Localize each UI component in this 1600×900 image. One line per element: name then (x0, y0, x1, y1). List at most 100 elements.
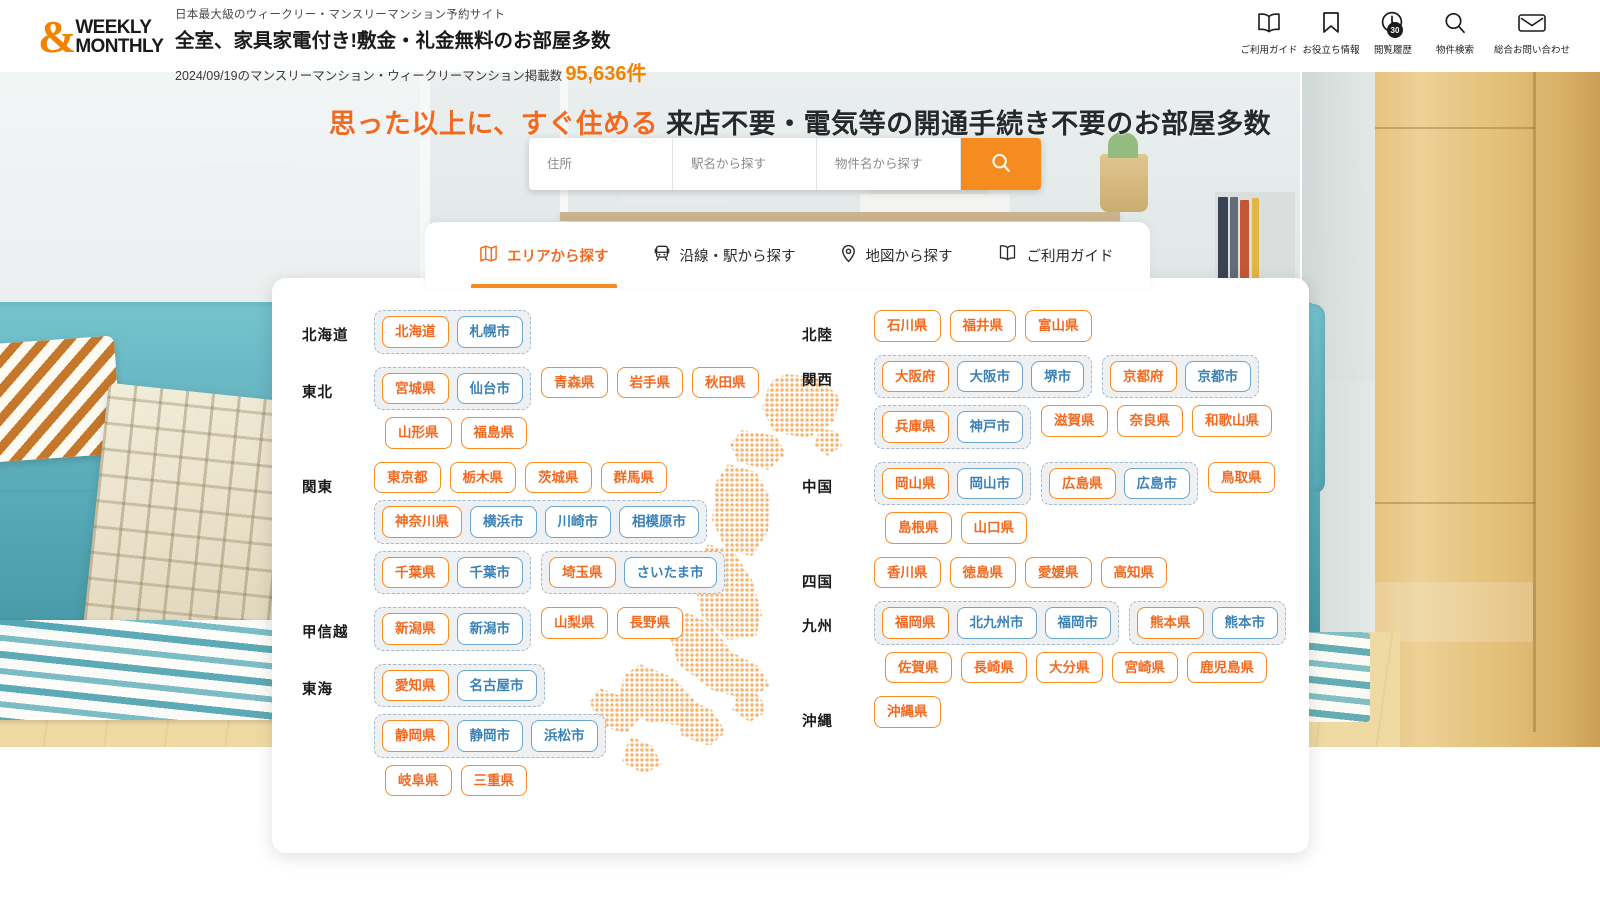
city-chip-札幌市[interactable]: 札幌市 (456, 316, 523, 348)
region-row-四国: 四国 香川県 徳島県 愛媛県 高知県 (802, 556, 1309, 596)
prefecture-chip-徳島県[interactable]: 徳島県 (949, 556, 1016, 589)
prefecture-chip-秋田県[interactable]: 秋田県 (692, 366, 759, 399)
property-input[interactable] (835, 157, 942, 171)
prefecture-chip-熊本県[interactable]: 熊本県 (1137, 607, 1204, 639)
tab-map-search[interactable]: 地図から探す (818, 222, 975, 288)
tab-area-search[interactable]: エリアから探す (457, 222, 631, 288)
prefecture-chip-大分県[interactable]: 大分県 (1036, 651, 1103, 684)
prefecture-chip-岡山県[interactable]: 岡山県 (882, 467, 949, 500)
prefecture-chip-岐阜県[interactable]: 岐阜県 (385, 764, 452, 797)
prefecture-chip-香川県[interactable]: 香川県 (874, 556, 941, 589)
prefecture-chip-宮城県[interactable]: 宮城県 (382, 372, 449, 405)
region-chips-四国: 香川県 徳島県 愛媛県 高知県 (874, 556, 1176, 596)
prefecture-chip-和歌山県[interactable]: 和歌山県 (1192, 405, 1272, 437)
prefecture-chip-福井県[interactable]: 福井県 (949, 310, 1016, 342)
region-label-甲信越: 甲信越 (302, 625, 349, 642)
city-chip-川崎市[interactable]: 川崎市 (544, 506, 611, 538)
city-chip-千葉市[interactable]: 千葉市 (456, 556, 523, 589)
prefecture-chip-静岡県[interactable]: 静岡県 (382, 720, 449, 752)
nav-item-guide[interactable]: ご利用ガイド (1238, 8, 1300, 56)
tab-label-line-station-search: 沿線・駅から探す (679, 248, 796, 265)
prefecture-chip-宮崎県[interactable]: 宮崎県 (1111, 651, 1178, 684)
city-chip-広島市[interactable]: 広島市 (1123, 467, 1190, 500)
prefecture-chip-奈良県[interactable]: 奈良県 (1116, 405, 1183, 437)
header-copy: 日本最大級のウィークリー・マンスリーマンション予約サイト 全室、家具家電付き!敷… (175, 6, 646, 86)
prefecture-chip-佐賀県[interactable]: 佐賀県 (885, 651, 952, 684)
nav-item-history[interactable]: 30 閲覧履歴 (1362, 8, 1424, 56)
prefecture-chip-長崎県[interactable]: 長崎県 (960, 651, 1027, 684)
prefecture-chip-新潟県[interactable]: 新潟県 (382, 613, 449, 645)
prefecture-chip-島根県[interactable]: 島根県 (885, 512, 952, 544)
prefecture-chip-山形県[interactable]: 山形県 (385, 417, 452, 449)
city-chip-名古屋市[interactable]: 名古屋市 (456, 669, 537, 702)
prefecture-chip-鳥取県[interactable]: 鳥取県 (1208, 461, 1275, 494)
header-headline: 全室、家具家電付き!敷金・礼金無料のお部屋多数 (175, 30, 611, 52)
region-chips-九州: 福岡県 北九州市 福岡市 熊本県 熊本市佐賀県 長崎県 大分県 宮崎県 鹿児島県 (874, 601, 1309, 690)
city-chip-岡山市[interactable]: 岡山市 (956, 467, 1023, 500)
city-chip-さいたま市[interactable]: さいたま市 (623, 556, 717, 589)
address-input[interactable] (547, 157, 654, 171)
station-input[interactable] (691, 157, 798, 171)
prefecture-chip-石川県[interactable]: 石川県 (874, 310, 941, 342)
prefecture-chip-高知県[interactable]: 高知県 (1100, 556, 1167, 589)
city-chip-京都市[interactable]: 京都市 (1184, 360, 1251, 393)
prefecture-chip-福島県[interactable]: 福島県 (460, 417, 527, 449)
prefecture-chip-福岡県[interactable]: 福岡県 (882, 607, 949, 639)
page-root: & WEEKLY MONTHLY 日本最大級のウィークリー・マンスリーマンション… (0, 0, 1600, 900)
prefecture-chip-栃木県[interactable]: 栃木県 (449, 461, 516, 494)
city-chip-仙台市[interactable]: 仙台市 (456, 372, 523, 405)
region-label-四国: 四国 (802, 574, 833, 591)
prefecture-chip-愛知県[interactable]: 愛知県 (382, 669, 449, 702)
prefecture-chip-神奈川県[interactable]: 神奈川県 (382, 506, 462, 538)
prefecture-chip-長野県[interactable]: 長野県 (616, 607, 683, 639)
prefecture-chip-茨城県[interactable]: 茨城県 (525, 461, 592, 494)
prefecture-chip-広島県[interactable]: 広島県 (1049, 467, 1116, 500)
city-chip-福岡市[interactable]: 福岡市 (1044, 607, 1111, 639)
prefecture-chip-愛媛県[interactable]: 愛媛県 (1025, 556, 1092, 589)
prefecture-chip-滋賀県[interactable]: 滋賀県 (1041, 405, 1108, 437)
prefecture-chip-兵庫県[interactable]: 兵庫県 (882, 411, 949, 443)
city-chip-堺市[interactable]: 堺市 (1031, 360, 1084, 393)
nav-item-useful-info[interactable]: お役立ち情報 (1300, 8, 1362, 56)
prefecture-chip-富山県[interactable]: 富山県 (1025, 310, 1092, 342)
city-chip-相模原市[interactable]: 相模原市 (619, 506, 699, 538)
tab-user-guide[interactable]: ご利用ガイド (975, 222, 1136, 288)
city-chip-大阪市[interactable]: 大阪市 (956, 360, 1023, 393)
city-chip-浜松市[interactable]: 浜松市 (531, 720, 598, 752)
prefecture-chip-青森県[interactable]: 青森県 (541, 366, 608, 399)
tab-line-station-search[interactable]: 沿線・駅から探す (631, 222, 818, 288)
prefecture-chip-東京都[interactable]: 東京都 (374, 461, 441, 494)
prefecture-chip-埼玉県[interactable]: 埼玉県 (549, 556, 616, 589)
chip-group: 大阪府 大阪市 堺市 (874, 354, 1092, 399)
prefecture-chip-北海道[interactable]: 北海道 (382, 316, 449, 348)
prefecture-chip-山口県[interactable]: 山口県 (960, 512, 1027, 544)
prefecture-chip-岩手県[interactable]: 岩手県 (616, 366, 683, 399)
region-row-関西: 関西 大阪府 大阪市 堺市 京都府 京都市 兵庫県 神戸市 滋賀県 奈良県 和歌山県 (802, 354, 1309, 456)
prefecture-chip-群馬県[interactable]: 群馬県 (600, 461, 667, 494)
nav-item-contact[interactable]: 総合お問い合わせ (1486, 8, 1578, 56)
city-chip-横浜市[interactable]: 横浜市 (470, 506, 537, 538)
site-logo[interactable]: & WEEKLY MONTHLY (38, 12, 164, 62)
prefecture-chip-山梨県[interactable]: 山梨県 (541, 607, 608, 639)
city-chip-静岡市[interactable]: 静岡市 (456, 720, 523, 752)
chip-group: 広島県 広島市 (1041, 461, 1198, 506)
city-chip-神戸市[interactable]: 神戸市 (956, 411, 1023, 443)
chip-group: 福岡県 北九州市 福岡市 (874, 601, 1119, 645)
region-row-中国: 中国 岡山県 岡山市 広島県 広島市 鳥取県 島根県 山口県 (802, 461, 1309, 551)
prefecture-chip-千葉県[interactable]: 千葉県 (382, 556, 449, 589)
prefecture-chip-鹿児島県[interactable]: 鹿児島県 (1187, 651, 1267, 684)
map-fold-icon (479, 244, 498, 267)
city-chip-新潟市[interactable]: 新潟市 (456, 613, 523, 645)
search-submit-button[interactable] (961, 138, 1041, 190)
prefecture-chip-三重県[interactable]: 三重県 (460, 764, 527, 797)
prefecture-chip-大阪府[interactable]: 大阪府 (882, 360, 949, 393)
nav-item-property-search[interactable]: 物件検索 (1424, 8, 1486, 56)
hero-headline: 思った以上に、すぐ住める 来店不要・電気等の開通手続き不要のお部屋多数 (0, 102, 1600, 141)
search-icon (990, 152, 1012, 177)
city-chip-熊本市[interactable]: 熊本市 (1211, 607, 1278, 639)
prefecture-chip-沖縄県[interactable]: 沖縄県 (874, 696, 941, 728)
region-chips-甲信越: 新潟県 新潟市 山梨県 長野県 (374, 607, 692, 658)
city-chip-北九州市[interactable]: 北九州市 (956, 607, 1037, 639)
prefecture-chip-京都府[interactable]: 京都府 (1110, 360, 1177, 393)
region-chips-東北: 宮城県 仙台市 青森県 岩手県 秋田県山形県 福島県 (374, 366, 792, 456)
